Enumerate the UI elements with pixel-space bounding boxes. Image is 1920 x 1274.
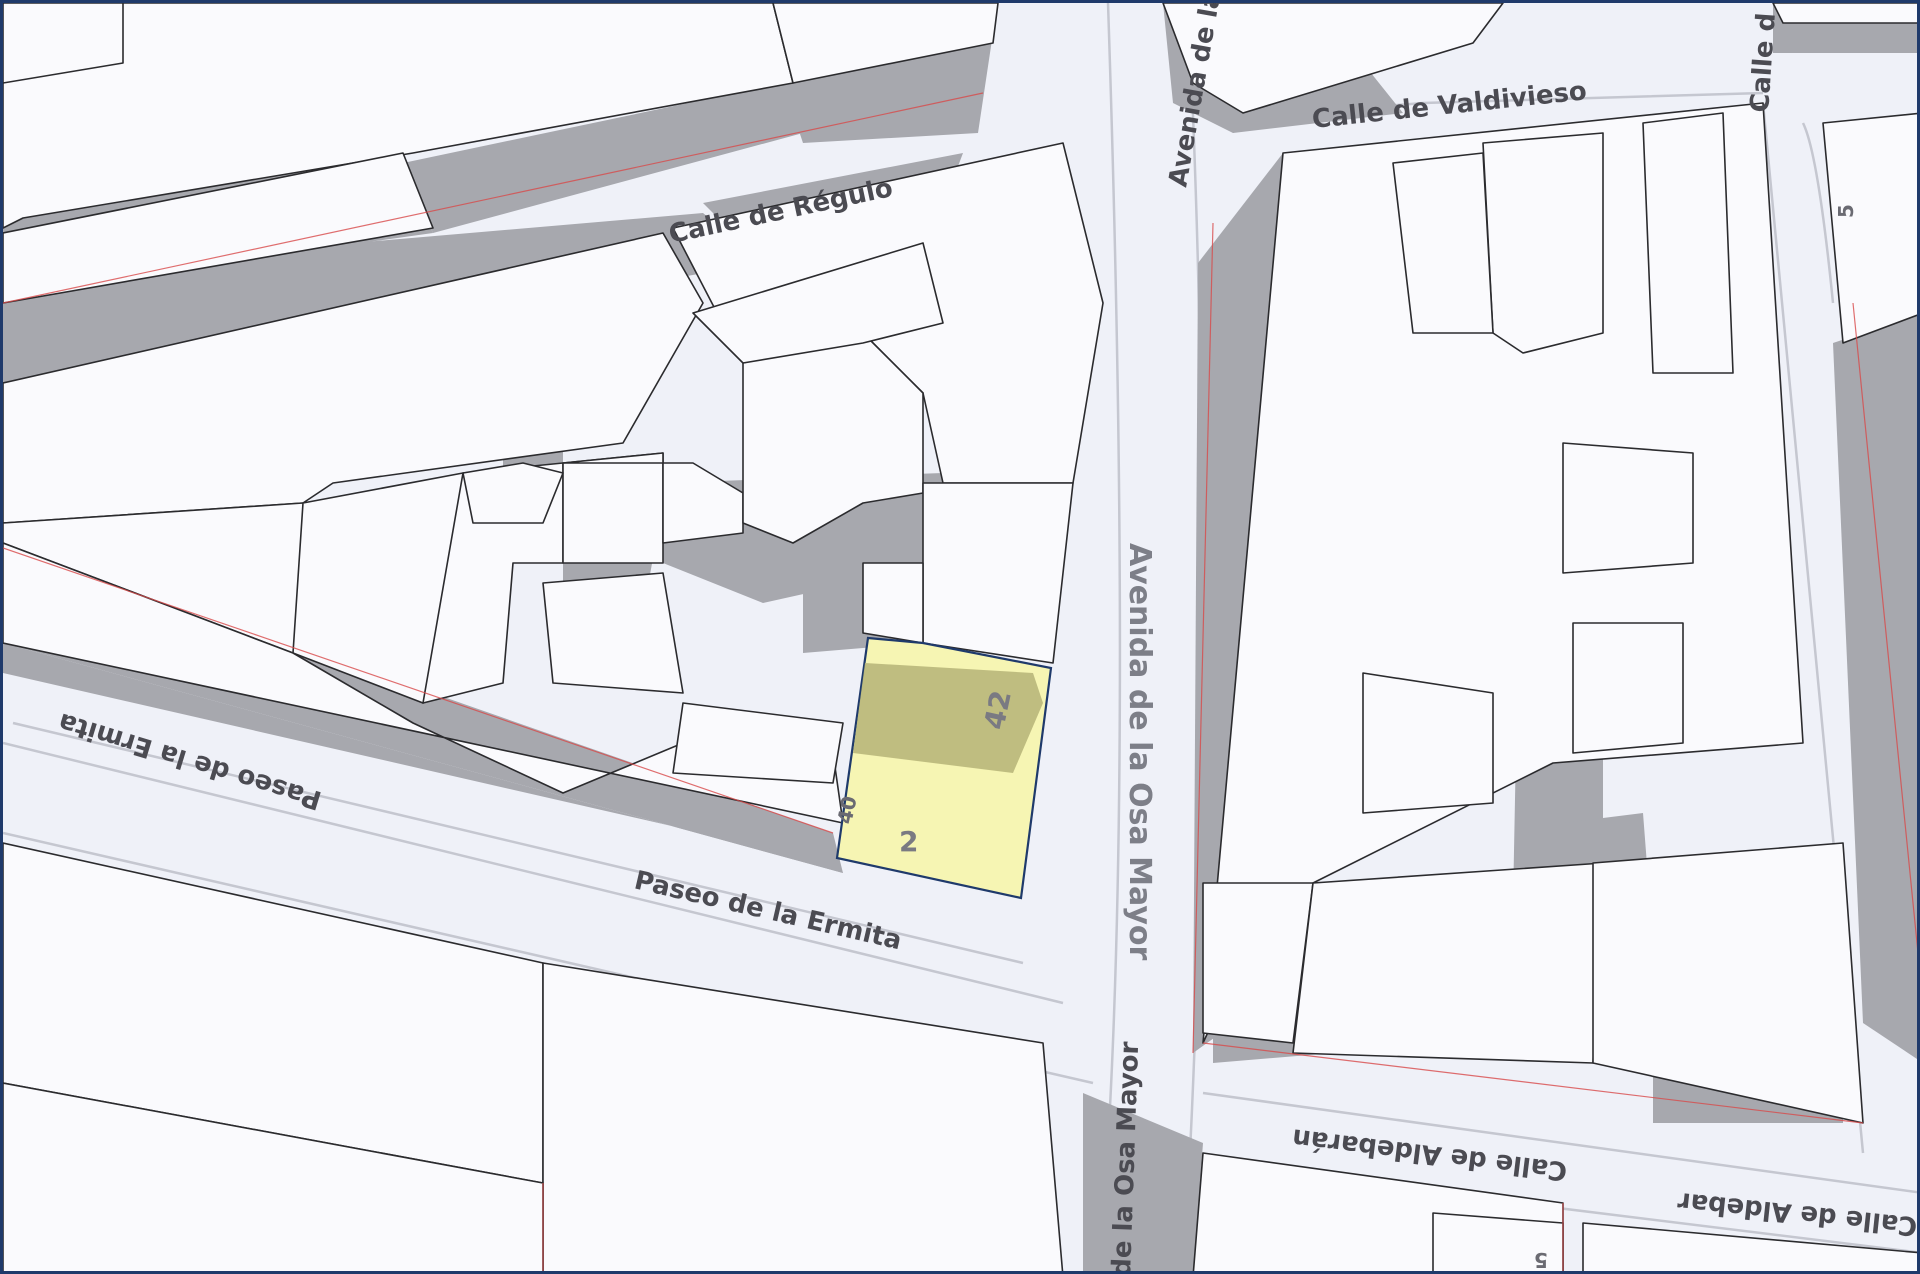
buildings <box>3 3 1917 1271</box>
street-label-paseo-ermita-lower: Paseo de la Ermita <box>631 866 904 957</box>
parcel-number-2: 2 <box>899 825 918 858</box>
highlighted-parcel[interactable]: 42 2 <box>835 636 1053 900</box>
house-number-5-top: 5 <box>1834 204 1858 218</box>
house-number-5-bottom: 5 <box>1534 1248 1548 1272</box>
map-canvas[interactable]: 42 2 Paseo de la Ermita Paseo de la Ermi… <box>3 3 1920 1274</box>
cadastral-map[interactable]: 42 2 Paseo de la Ermita Paseo de la Ermi… <box>0 0 1920 1274</box>
street-label-osa-mayor-main: Avenida de la Osa Mayor <box>1122 543 1157 960</box>
street-label-aldebaran-2: Calle de Aldebar <box>1676 1186 1919 1241</box>
street-label-calle-top-right: Calle d <box>1745 12 1782 114</box>
